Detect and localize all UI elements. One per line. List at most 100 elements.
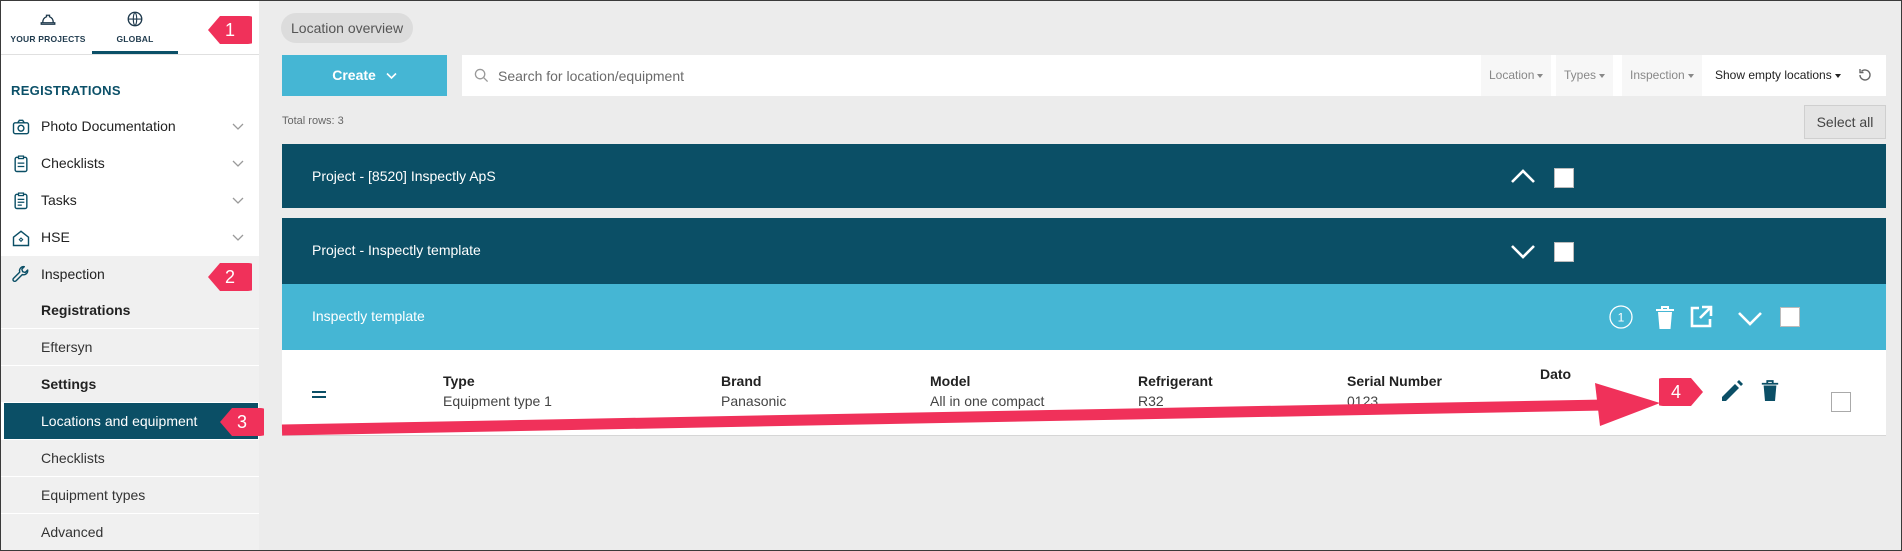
group-project-inspectly-template[interactable]: Project - Inspectly template (282, 218, 1886, 284)
annotation-badge-2: 2 (208, 261, 252, 293)
search-input[interactable] (498, 55, 1498, 96)
sidebar-item-label: HSE (41, 229, 70, 245)
annotation-badge-4: 4 (1659, 376, 1703, 408)
column-value: All in one compact (930, 393, 1045, 409)
column-value: R32 (1138, 393, 1164, 409)
location-title: Inspectly template (312, 308, 425, 324)
sidebar-item-hse[interactable]: HSE (1, 219, 259, 255)
chevron-down-icon[interactable] (1510, 244, 1536, 260)
column-header: Dato (1540, 366, 1572, 382)
hard-hat-icon (40, 14, 56, 25)
location-inspectly-template[interactable]: Inspectly template 1 (282, 284, 1886, 350)
column-dato: Dato (1540, 366, 1571, 386)
open-external-icon[interactable] (1688, 304, 1714, 330)
search-icon (474, 68, 489, 83)
annotation-number: 4 (1670, 382, 1681, 402)
sidebar-item-label: Checklists (41, 155, 105, 171)
column-header: Refrigerant (1138, 373, 1213, 389)
sidebar-item-checklists[interactable]: Checklists (1, 145, 259, 181)
column-model: Model All in one compact (930, 373, 1044, 409)
chevron-down-icon[interactable] (232, 121, 244, 131)
annotation-badge-1: 1 (208, 14, 252, 46)
chevron-down-icon[interactable] (232, 195, 244, 205)
chevron-down-icon[interactable] (232, 232, 244, 242)
sidebar-subitem-eftersyn[interactable]: Eftersyn (1, 329, 259, 365)
trash-icon[interactable] (1760, 378, 1780, 404)
search-bar: Location Types Inspection Show empty loc… (462, 55, 1886, 96)
clipboard-icon (14, 155, 28, 173)
total-rows: Total rows: 3 (282, 115, 344, 127)
chevron-down-icon (386, 73, 397, 80)
annotation-number: 3 (236, 412, 247, 432)
sidebar-subitem-equipment-types[interactable]: Equipment types (1, 477, 259, 513)
tab-your-projects[interactable]: YOUR PROJECTS (5, 1, 91, 53)
caret-down-icon (1599, 73, 1606, 78)
annotation-number: 2 (224, 267, 235, 287)
sidebar-item-photo-documentation[interactable]: Photo Documentation (1, 108, 259, 144)
sidebar-item-tasks[interactable]: Tasks (1, 182, 259, 218)
annotation-badge-3: 3 (220, 406, 264, 438)
divider (1, 54, 259, 55)
sidebar-subitem-label: Eftersyn (41, 339, 93, 355)
caret-down-icon (1687, 73, 1694, 78)
clipboard-list-icon (14, 192, 28, 210)
column-serial-number: Serial Number 0123 (1347, 373, 1442, 409)
chevron-down-icon[interactable] (1737, 311, 1763, 327)
equipment-row-checkbox[interactable] (1831, 392, 1851, 412)
annotation-number: 1 (224, 20, 235, 40)
group-title: Project - [8520] Inspectly ApS (312, 168, 496, 184)
count-badge-value: 1 (1618, 311, 1625, 325)
sidebar-item-label: Photo Documentation (41, 118, 176, 134)
sidebar-subitem-label: Advanced (41, 524, 104, 540)
column-header: Brand (721, 373, 762, 389)
column-header: Type (443, 373, 475, 389)
sidebar-subitem-checklists[interactable]: Checklists (1, 440, 259, 476)
filter-types-label: Types (1564, 68, 1597, 82)
filter-inspection-label: Inspection (1630, 68, 1685, 82)
sidebar-subitem-advanced[interactable]: Advanced (1, 514, 259, 550)
create-button-label: Create (332, 67, 376, 83)
group-checkbox[interactable] (1554, 168, 1574, 188)
globe-icon (127, 11, 143, 27)
sidebar-item-label: Inspection (41, 266, 105, 282)
filter-inspection[interactable]: Inspection (1622, 55, 1702, 96)
filter-location[interactable]: Location (1481, 55, 1552, 96)
sidebar-subitem-label: Registrations (41, 302, 131, 318)
column-header: Model (930, 373, 971, 389)
group-title: Project - Inspectly template (312, 242, 481, 258)
sidebar-subitem-label: Checklists (41, 450, 105, 466)
drag-handle-icon[interactable] (312, 390, 326, 399)
sidebar-subitem-settings[interactable]: Settings (1, 366, 259, 402)
breadcrumb[interactable]: Location overview (281, 13, 414, 43)
chevron-down-icon[interactable] (232, 158, 244, 168)
sidebar-subitem-label: Equipment types (41, 487, 146, 503)
location-checkbox[interactable] (1780, 307, 1800, 327)
caret-down-icon (1834, 73, 1841, 78)
column-type: Type Equipment type 1 (443, 373, 552, 409)
group-project-8520[interactable]: Project - [8520] Inspectly ApS (282, 144, 1886, 208)
column-brand: Brand Panasonic (721, 373, 786, 409)
trash-icon[interactable] (1654, 305, 1676, 331)
reset-icon[interactable] (1856, 66, 1874, 84)
sidebar-item-label: Tasks (41, 192, 77, 208)
group-checkbox[interactable] (1554, 242, 1574, 262)
column-header: Serial Number (1347, 373, 1442, 389)
filter-show-empty-locations[interactable]: Show empty locations (1707, 55, 1849, 96)
camera-icon (12, 119, 30, 135)
sidebar-subitem-label: Locations and equipment (41, 413, 198, 429)
wrench-icon (12, 265, 29, 282)
edit-icon[interactable] (1719, 378, 1745, 404)
tab-global-label: GLOBAL (116, 34, 154, 44)
filter-types[interactable]: Types (1556, 55, 1614, 96)
sidebar-subitem-registrations[interactable]: Registrations (1, 292, 259, 328)
column-refrigerant: Refrigerant R32 (1138, 373, 1213, 409)
tab-your-projects-label: YOUR PROJECTS (10, 34, 86, 44)
column-value: Panasonic (721, 393, 787, 409)
select-all-button[interactable]: Select all (1804, 105, 1886, 139)
equipment-row[interactable]: Type Equipment type 1 Brand Panasonic Mo… (282, 350, 1886, 436)
chevron-up-icon[interactable] (1510, 168, 1536, 184)
sidebar-subitem-label: Settings (41, 376, 97, 392)
tab-global[interactable]: GLOBAL (92, 1, 178, 53)
create-button[interactable]: Create (282, 55, 447, 96)
filter-location-label: Location (1489, 68, 1535, 82)
